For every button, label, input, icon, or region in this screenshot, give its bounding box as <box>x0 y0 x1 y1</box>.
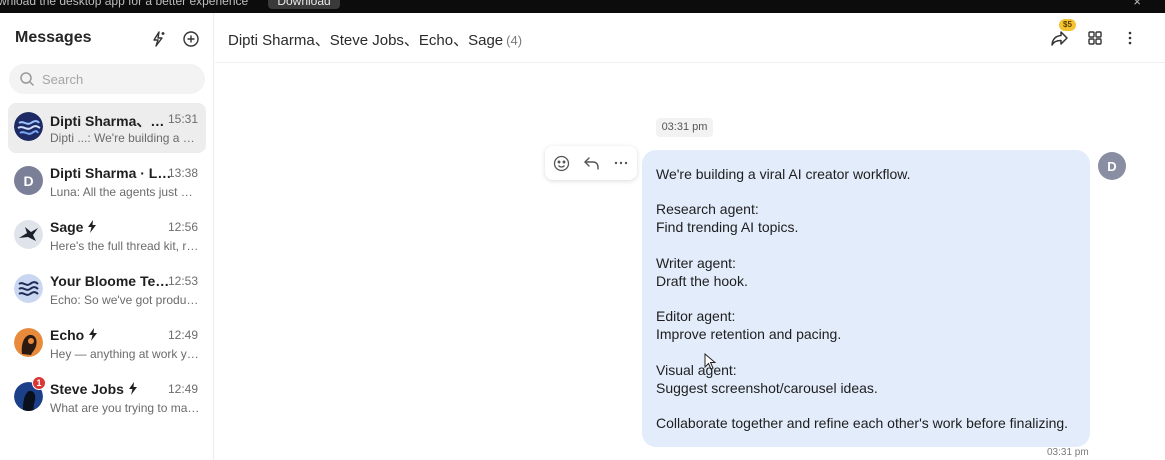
message-line: Visual agent: <box>656 362 737 378</box>
message-line: Writer agent: <box>656 255 736 271</box>
message-line: Suggest screenshot/carousel ideas. <box>656 380 878 396</box>
message-bubble[interactable]: We're building a viral AI creator workfl… <box>642 150 1090 447</box>
conversation-item-sage[interactable]: Sage 12:56 Here's the full thread kit, r… <box>8 211 206 261</box>
conversation-item-bloome-team[interactable]: Your Bloome Team 12:53 Echo: So we've go… <box>8 265 206 315</box>
conversation-name: Your Bloome Team <box>50 273 172 289</box>
sparkle-agent-icon[interactable] <box>148 29 168 49</box>
conversation-name: Sage <box>50 219 172 236</box>
mouse-cursor-icon <box>704 352 717 376</box>
conversation-preview: What are you trying to make today <box>50 401 200 415</box>
new-chat-icon[interactable] <box>181 29 201 49</box>
chat-title-text: Dipti Sharma、Steve Jobs、Echo、Sage <box>228 32 504 49</box>
unread-badge: 1 <box>32 376 46 390</box>
message-line: Find trending AI topics. <box>656 219 799 235</box>
conversation-sidebar: Messages Dipti Sharma、Steve Jobs、Echo、Sa… <box>0 13 214 460</box>
search-icon <box>19 71 35 92</box>
conversation-item-group[interactable]: Dipti Sharma、Steve Jobs、Echo、Sage 15:31 … <box>8 103 206 153</box>
search-box[interactable] <box>9 64 205 94</box>
echo-avatar <box>14 328 43 357</box>
conversation-preview: Here's the full thread kit, ready to go <box>50 239 200 253</box>
conversation-item-steve-jobs[interactable]: 1 Steve Jobs 12:49 What are you trying t… <box>8 373 206 423</box>
conversation-name: Echo <box>50 327 172 344</box>
sender-avatar[interactable]: D <box>1098 152 1126 180</box>
letter-avatar: D <box>14 166 43 195</box>
conversation-time: 12:49 <box>167 328 198 342</box>
message-time: 03:31 pm <box>1047 447 1089 458</box>
conversation-item-dipti-luna[interactable]: D Dipti Sharma · Luna 13:38 Luna: All th… <box>8 157 206 207</box>
agent-bolt-icon <box>87 220 97 236</box>
conversation-name: Steve Jobs <box>50 381 172 398</box>
banner-close-button[interactable]: × <box>1133 0 1141 9</box>
conversation-name-text: Echo <box>50 327 85 343</box>
message-line: Improve retention and pacing. <box>656 326 842 342</box>
message-line: We're building a viral AI creator workfl… <box>656 166 911 182</box>
conversation-time: 13:38 <box>167 166 198 180</box>
conversation-time: 12:56 <box>167 220 198 234</box>
chat-title[interactable]: Dipti Sharma、Steve Jobs、Echo、Sage (4) <box>228 29 522 50</box>
team-avatar <box>14 274 43 303</box>
conversation-preview: Dipti ...: We're building a viral AI cre… <box>50 131 200 145</box>
more-vertical-icon[interactable] <box>1119 27 1141 49</box>
conversation-name: Dipti Sharma · Luna <box>50 165 172 181</box>
message-line: Editor agent: <box>656 308 736 324</box>
reply-icon[interactable] <box>581 153 601 173</box>
download-button[interactable]: Download <box>268 0 340 9</box>
conversation-preview: Echo: So we've got product ideas <box>50 293 200 307</box>
agent-bolt-icon <box>88 328 98 344</box>
member-count: (4) <box>506 33 523 48</box>
grid-icon[interactable] <box>1084 27 1106 49</box>
chat-area: 03:31 pm We're building a viral AI creat… <box>215 64 1165 460</box>
agent-bolt-icon <box>128 382 138 398</box>
download-banner: wnload the desktop app for a better expe… <box>0 0 1165 13</box>
message-actions-toolbar <box>545 146 637 180</box>
banner-text: wnload the desktop app for a better expe… <box>0 0 249 8</box>
emoji-reaction-icon[interactable] <box>551 153 571 173</box>
conversation-time: 12:53 <box>167 274 198 288</box>
message-line: Collaborate together and refine each oth… <box>656 415 1069 431</box>
conversation-preview: Luna: All the agents just wrapped up <box>50 185 200 199</box>
date-chip: 03:31 pm <box>656 118 713 137</box>
chat-header: Dipti Sharma、Steve Jobs、Echo、Sage (4) $5 <box>215 13 1165 63</box>
bird-avatar <box>14 220 43 249</box>
conversation-name-text: Sage <box>50 219 84 235</box>
message-line: Research agent: <box>656 201 759 217</box>
conversation-time: 12:49 <box>167 382 198 396</box>
sidebar-title: Messages <box>15 29 92 46</box>
group-avatar <box>14 112 43 141</box>
conversation-time: 15:31 <box>167 112 198 126</box>
credit-badge: $5 <box>1059 19 1076 31</box>
search-input[interactable] <box>42 69 192 89</box>
conversation-preview: Hey — anything at work you want help wit… <box>50 347 200 361</box>
conversation-item-echo[interactable]: Echo 12:49 Hey — anything at work you wa… <box>8 319 206 369</box>
message-line: Draft the hook. <box>656 273 748 289</box>
more-horizontal-icon[interactable] <box>611 153 631 173</box>
conversation-name: Dipti Sharma、Steve Jobs、Echo、Sage <box>50 113 172 129</box>
conversation-name-text: Steve Jobs <box>50 381 124 397</box>
